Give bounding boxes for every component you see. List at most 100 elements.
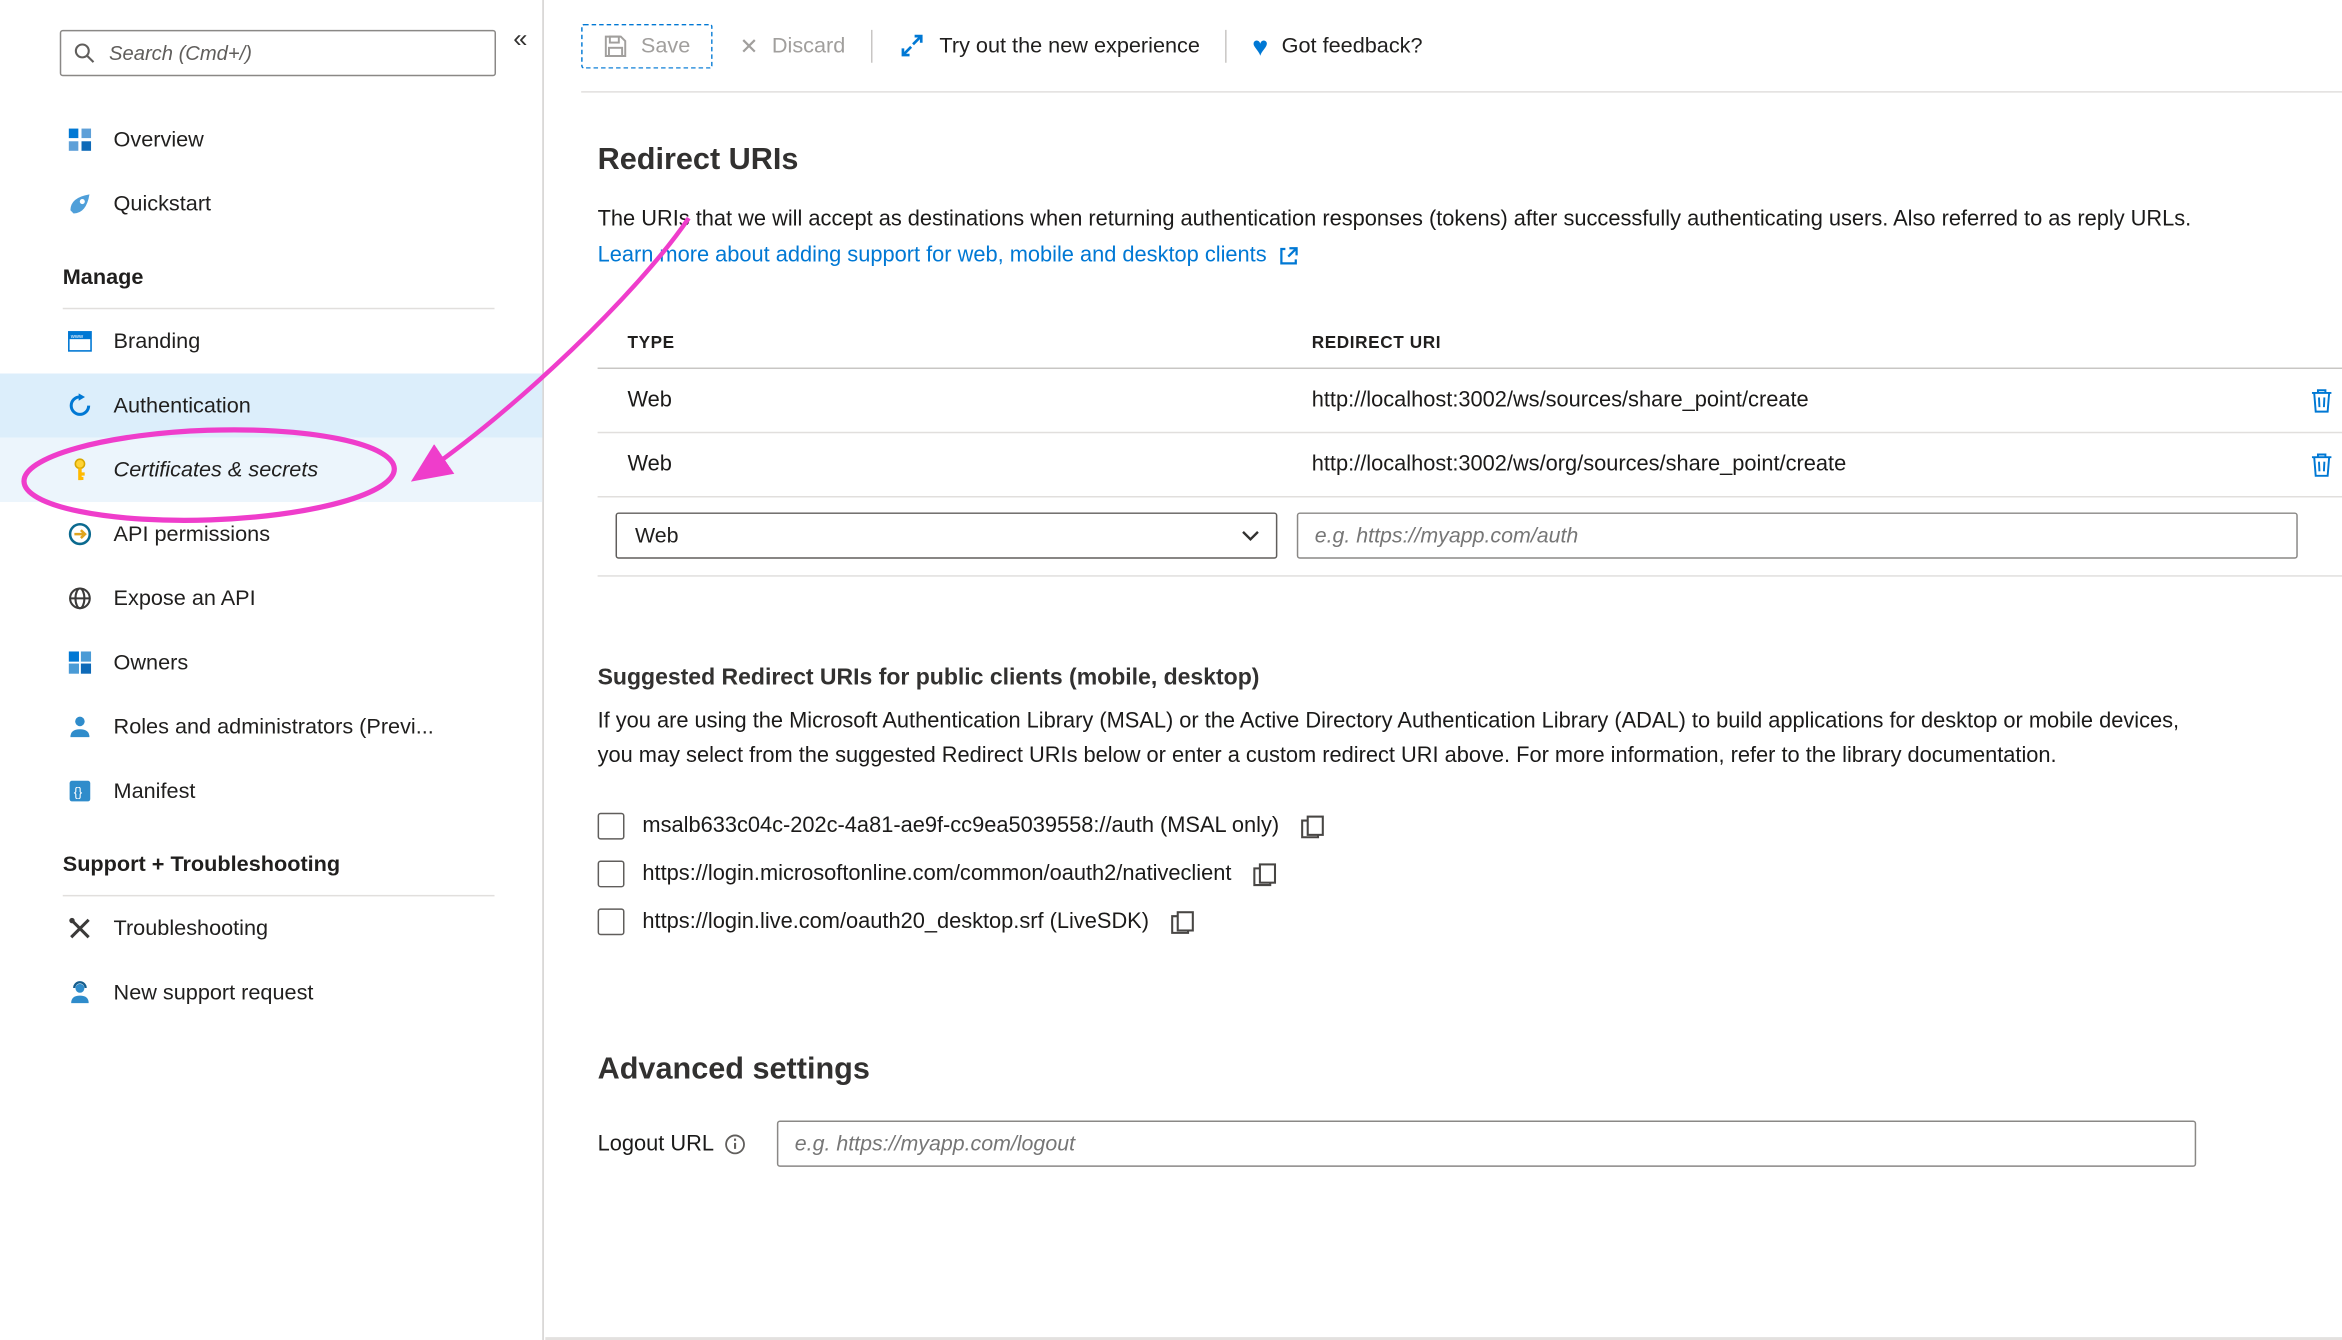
copy-uri-button[interactable] <box>1170 909 1195 934</box>
advanced-settings-title: Advanced settings <box>598 1052 2342 1088</box>
sidebar-item-label: Troubleshooting <box>114 917 269 941</box>
command-bar: Save ✕ Discard Try out the new experienc… <box>545 0 2342 91</box>
chevron-down-icon <box>1242 530 1260 542</box>
logout-url-input[interactable] <box>777 1121 2196 1167</box>
copy-icon <box>1170 909 1195 934</box>
heart-icon: ♥ <box>1252 32 1268 59</box>
new-redirect-uri-input[interactable] <box>1297 512 2298 558</box>
uri-value-cell: http://localhost:3002/ws/sources/share_p… <box>1282 388 2277 412</box>
divider <box>598 575 2342 576</box>
azure-portal-authentication-page: « Overview Quickstart Manage www Brandin… <box>0 0 2342 1340</box>
api-permissions-icon <box>67 521 92 546</box>
sidebar-item-label: Expose an API <box>114 586 256 610</box>
content-area: Redirect URIs The URIs that we will acce… <box>545 142 2342 1167</box>
redirect-type-selected-value: Web <box>635 524 679 548</box>
logout-url-row: Logout URL <box>598 1121 2342 1167</box>
trash-icon <box>2310 451 2334 478</box>
list-item: msalb633c04c-202c-4a81-ae9f-cc9ea5039558… <box>598 807 2342 846</box>
save-button-label: Save <box>641 34 690 58</box>
sidebar-item-manifest[interactable]: {} Manifest <box>0 759 542 823</box>
sidebar: « Overview Quickstart Manage www Brandin… <box>0 0 544 1340</box>
roles-icon <box>67 714 92 739</box>
new-experience-button[interactable]: Try out the new experience <box>898 31 1200 59</box>
logout-url-label: Logout URL <box>598 1132 714 1156</box>
sidebar-item-label: Certificates & secrets <box>114 458 319 482</box>
copy-uri-button[interactable] <box>1300 813 1325 838</box>
suggested-uri-label: https://login.microsoftonline.com/common… <box>642 862 1231 886</box>
feedback-button[interactable]: ♥ Got feedback? <box>1252 32 1422 59</box>
sidebar-item-branding[interactable]: www Branding <box>0 309 542 373</box>
sidebar-item-roles-administrators[interactable]: Roles and administrators (Previ... <box>0 695 542 759</box>
sidebar-item-new-support-request[interactable]: New support request <box>0 961 542 1025</box>
list-item: https://login.live.com/oauth20_desktop.s… <box>598 902 2342 941</box>
sidebar-item-certificates-secrets[interactable]: Certificates & secrets <box>0 438 542 502</box>
expose-api-icon <box>67 586 92 611</box>
copy-icon <box>1300 813 1325 838</box>
suggested-uri-checkbox[interactable] <box>598 861 625 888</box>
feedback-label: Got feedback? <box>1282 34 1423 58</box>
sidebar-item-authentication[interactable]: Authentication <box>0 374 542 438</box>
copy-uri-button[interactable] <box>1252 861 1277 886</box>
new-redirect-uri-row: Web <box>598 498 2342 576</box>
sidebar-item-label: New support request <box>114 981 314 1005</box>
sidebar-item-label: Manifest <box>114 779 196 803</box>
discard-button-label: Discard <box>772 34 845 58</box>
support-person-icon <box>67 980 92 1005</box>
sidebar-item-label: Quickstart <box>114 192 212 216</box>
sidebar-group-support: Support + Troubleshooting <box>0 823 542 895</box>
sidebar-group-manage: Manage <box>0 236 542 308</box>
sidebar-item-label: Branding <box>114 329 201 353</box>
overview-icon <box>67 127 92 152</box>
search-box <box>60 30 496 76</box>
manifest-icon: {} <box>67 778 92 803</box>
owners-icon <box>67 650 92 675</box>
sidebar-item-label: API permissions <box>114 522 271 546</box>
branding-icon: www <box>67 329 92 354</box>
redirect-uris-description: The URIs that we will accept as destinat… <box>598 203 2328 237</box>
discard-icon: ✕ <box>740 32 759 59</box>
column-header-redirect-uri: REDIRECT URI <box>1282 334 2277 352</box>
delete-redirect-uri-button[interactable] <box>2310 451 2334 478</box>
suggested-uri-checkbox[interactable] <box>598 908 625 935</box>
divider <box>1225 29 1226 62</box>
suggested-uri-list: msalb633c04c-202c-4a81-ae9f-cc9ea5039558… <box>598 807 2342 941</box>
switch-arrows-icon <box>898 31 926 59</box>
save-icon <box>604 34 628 58</box>
sidebar-item-owners[interactable]: Owners <box>0 630 542 694</box>
key-icon <box>67 457 92 482</box>
copy-icon <box>1252 861 1277 886</box>
learn-more-link[interactable]: Learn more about adding support for web,… <box>598 239 1300 273</box>
sidebar-item-expose-api[interactable]: Expose an API <box>0 566 542 630</box>
search-input[interactable] <box>106 40 482 65</box>
list-item: https://login.microsoftonline.com/common… <box>598 855 2342 894</box>
uri-type-cell: Web <box>598 388 1282 412</box>
sidebar-item-overview[interactable]: Overview <box>0 108 542 172</box>
sidebar-item-quickstart[interactable]: Quickstart <box>0 172 542 236</box>
suggested-uris-description: If you are using the Microsoft Authentic… <box>598 705 2194 774</box>
sidebar-item-api-permissions[interactable]: API permissions <box>0 502 542 566</box>
divider <box>871 29 872 62</box>
learn-more-label: Learn more about adding support for web,… <box>598 239 1267 273</box>
troubleshooting-icon <box>67 916 92 941</box>
sidebar-item-label: Owners <box>114 651 189 675</box>
sidebar-item-label: Roles and administrators (Previ... <box>114 715 434 739</box>
save-button[interactable]: Save <box>581 23 713 68</box>
search-icon <box>73 42 95 64</box>
table-row: Web http://localhost:3002/ws/sources/sha… <box>598 369 2342 433</box>
column-header-type: TYPE <box>598 334 1282 352</box>
suggested-uri-label: https://login.live.com/oauth20_desktop.s… <box>642 910 1149 934</box>
sidebar-search: « <box>0 0 542 108</box>
sidebar-item-troubleshooting[interactable]: Troubleshooting <box>0 896 542 960</box>
suggested-uri-checkbox[interactable] <box>598 813 625 840</box>
redirect-type-select[interactable]: Web <box>616 512 1278 558</box>
page-title: Redirect URIs <box>598 142 2342 178</box>
delete-redirect-uri-button[interactable] <box>2310 387 2334 414</box>
suggested-uri-label: msalb633c04c-202c-4a81-ae9f-cc9ea5039558… <box>642 814 1279 838</box>
collapse-sidebar-button[interactable]: « <box>513 25 527 50</box>
authentication-icon <box>67 393 92 418</box>
discard-button[interactable]: ✕ Discard <box>740 32 846 59</box>
svg-text:{}: {} <box>74 785 83 799</box>
info-icon[interactable] <box>724 1133 745 1154</box>
quickstart-icon <box>67 191 92 216</box>
new-experience-label: Try out the new experience <box>939 34 1200 58</box>
